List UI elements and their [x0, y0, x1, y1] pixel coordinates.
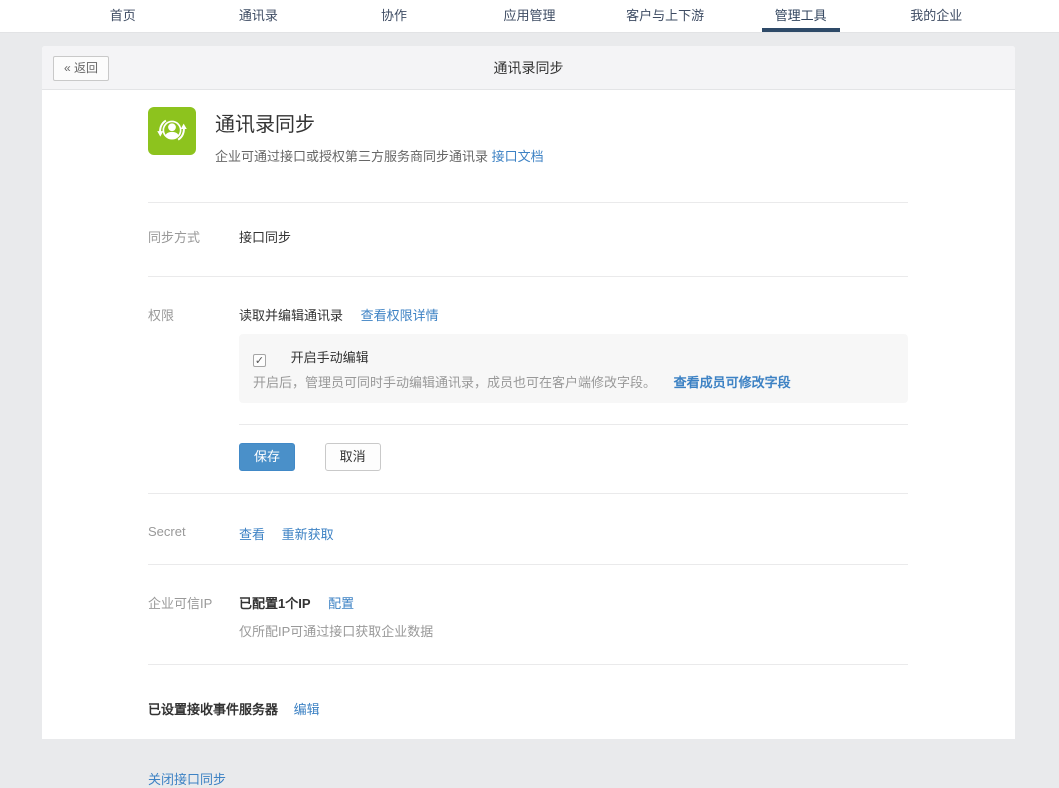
event-server-row: 已设置接收事件服务器 编辑: [148, 665, 908, 743]
close-sync-row: 关闭接口同步: [148, 744, 908, 788]
contact-sync-panel: « 返回 通讯录同步: [42, 46, 1015, 739]
secret-refresh-link[interactable]: 重新获取: [282, 527, 334, 542]
editable-fields-link[interactable]: 查看成员可修改字段: [674, 375, 791, 390]
nav-item-admin-tools[interactable]: 管理工具: [733, 0, 869, 32]
permission-value: 读取并编辑通讯录: [239, 308, 343, 323]
app-header: 通讯录同步 企业可通过接口或授权第三方服务商同步通讯录 接口文档: [148, 90, 908, 165]
save-button[interactable]: 保存: [239, 443, 295, 471]
manual-edit-label: 开启手动编辑: [291, 350, 369, 365]
sync-method-label: 同步方式: [148, 227, 239, 246]
api-doc-link[interactable]: 接口文档: [492, 149, 544, 164]
event-server-status: 已设置接收事件服务器: [148, 702, 278, 717]
trusted-ip-value-area: 已配置1个IP 配置 仅所配IP可通过接口获取企业数据: [239, 593, 908, 640]
nav-item-contacts[interactable]: 通讯录: [191, 0, 327, 32]
nav-item-my-company[interactable]: 我的企业: [868, 0, 1004, 32]
nav-item-collaboration[interactable]: 协作: [326, 0, 462, 32]
secret-view-link[interactable]: 查看: [239, 527, 265, 542]
panel-header: « 返回 通讯录同步: [42, 46, 1015, 90]
trusted-ip-note: 仅所配IP可通过接口获取企业数据: [239, 621, 908, 640]
app-title: 通讯录同步: [215, 108, 544, 137]
app-description-text: 企业可通过接口或授权第三方服务商同步通讯录: [215, 149, 488, 164]
manual-edit-checkbox[interactable]: ✓: [253, 354, 266, 367]
sync-method-value: 接口同步: [239, 227, 908, 246]
contact-sync-icon: [148, 107, 196, 155]
permission-value-area: 读取并编辑通讯录 查看权限详情 ✓ 开启手动编辑 开启后，管理员可同时手动编辑通…: [239, 305, 908, 493]
permission-row: 权限 读取并编辑通讯录 查看权限详情 ✓ 开启手动编辑 开启后，管理员可同时手动…: [148, 277, 908, 493]
cancel-button[interactable]: 取消: [325, 443, 381, 471]
manual-edit-description-text: 开启后，管理员可同时手动编辑通讯录，成员也可在客户端修改字段。: [253, 375, 656, 390]
trusted-ip-config-link[interactable]: 配置: [328, 596, 354, 611]
panel-content: 通讯录同步 企业可通过接口或授权第三方服务商同步通讯录 接口文档 同步方式 接口…: [148, 90, 908, 788]
top-navbar: 首页 通讯录 协作 应用管理 客户与上下游 管理工具 我的企业: [0, 0, 1059, 33]
app-description: 企业可通过接口或授权第三方服务商同步通讯录 接口文档: [215, 146, 544, 165]
app-info: 通讯录同步 企业可通过接口或授权第三方服务商同步通讯录 接口文档: [215, 107, 544, 165]
event-server-edit-link[interactable]: 编辑: [294, 702, 320, 717]
trusted-ip-line: 已配置1个IP 配置: [239, 593, 908, 612]
trusted-ip-value: 已配置1个IP: [239, 596, 311, 611]
back-button[interactable]: « 返回: [53, 56, 109, 81]
secret-actions: 查看 重新获取: [239, 524, 908, 543]
manual-edit-box: ✓ 开启手动编辑 开启后，管理员可同时手动编辑通讯录，成员也可在客户端修改字段。…: [239, 334, 908, 403]
nav-item-app-management[interactable]: 应用管理: [462, 0, 598, 32]
permission-label: 权限: [148, 305, 239, 493]
trusted-ip-label: 企业可信IP: [148, 593, 239, 640]
nav-item-home[interactable]: 首页: [55, 0, 191, 32]
manual-edit-checkbox-row: ✓ 开启手动编辑: [253, 347, 894, 367]
secret-row: Secret 查看 重新获取: [148, 494, 908, 564]
divider: [239, 424, 908, 425]
permission-detail-link[interactable]: 查看权限详情: [361, 308, 439, 323]
permission-buttons: 保存 取消: [239, 443, 908, 493]
trusted-ip-row: 企业可信IP 已配置1个IP 配置 仅所配IP可通过接口获取企业数据: [148, 565, 908, 664]
secret-label: Secret: [148, 524, 239, 543]
panel-title: 通讯录同步: [494, 58, 564, 78]
manual-edit-description: 开启后，管理员可同时手动编辑通讯录，成员也可在客户端修改字段。 查看成员可修改字…: [253, 374, 894, 391]
nav-item-customers[interactable]: 客户与上下游: [597, 0, 733, 32]
close-api-sync-link[interactable]: 关闭接口同步: [148, 772, 226, 787]
permission-line: 读取并编辑通讯录 查看权限详情: [239, 305, 908, 324]
sync-method-row: 同步方式 接口同步: [148, 203, 908, 276]
